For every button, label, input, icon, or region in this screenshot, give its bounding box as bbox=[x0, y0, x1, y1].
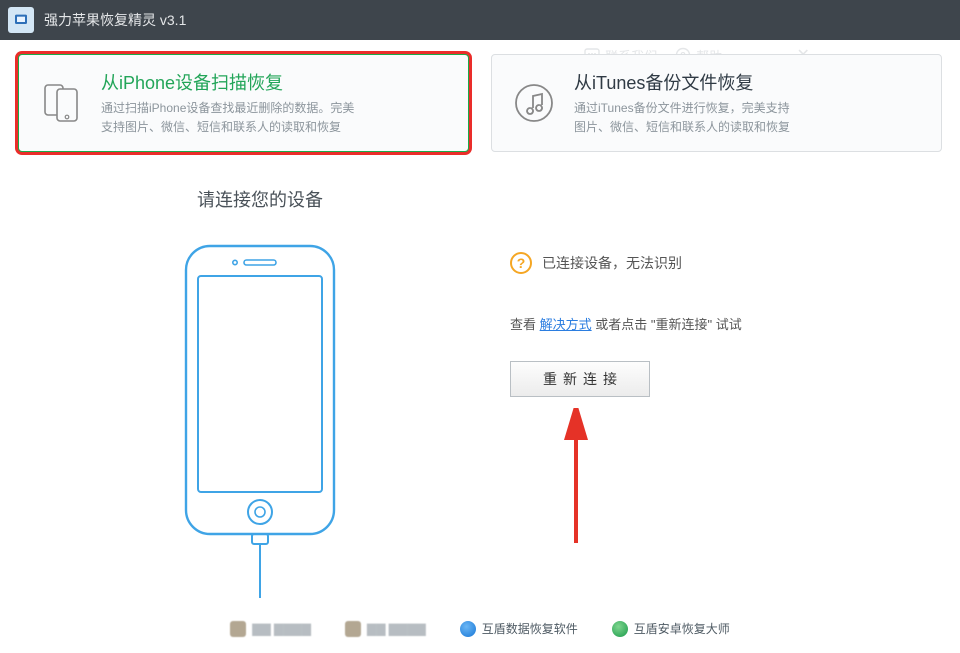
mode-itunes-backup[interactable]: 从iTunes备份文件恢复 通过iTunes备份文件进行恢复，完美支持 图片、微… bbox=[491, 54, 942, 152]
device-panel: 请连接您的设备 bbox=[40, 182, 480, 600]
status-row: ? 已连接设备，无法识别 bbox=[510, 252, 920, 274]
footer-link-data-recovery[interactable]: 互盾数据恢复软件 bbox=[460, 620, 578, 637]
hint-before: 查看 bbox=[510, 317, 540, 332]
phone-illustration bbox=[170, 240, 350, 600]
mode-itunes-desc1: 通过iTunes备份文件进行恢复，完美支持 bbox=[574, 99, 790, 118]
iphone-device-icon bbox=[37, 79, 85, 127]
mode-iphone-desc2: 支持图片、微信、短信和联系人的读取和恢复 bbox=[101, 118, 354, 137]
titlebar: 强力苹果恢复精灵 v3.1 联系我们 ? 帮助 — ✕ bbox=[0, 0, 960, 40]
app-title: 强力苹果恢复精灵 v3.1 bbox=[44, 10, 186, 30]
warning-icon: ? bbox=[510, 252, 532, 274]
app-logo-icon bbox=[8, 7, 34, 33]
footer-link-android-recovery[interactable]: 互盾安卓恢复大师 bbox=[612, 620, 730, 637]
itunes-icon bbox=[510, 79, 558, 127]
mode-tabs: 从iPhone设备扫描恢复 通过扫描iPhone设备查找最近删除的数据。完美 支… bbox=[0, 40, 960, 162]
shield-blue-icon bbox=[460, 621, 476, 637]
hint-after: 或者点击 "重新连接" 试试 bbox=[592, 317, 742, 332]
mode-iphone-title: 从iPhone设备扫描恢复 bbox=[101, 69, 354, 95]
hint-text: 查看 解决方式 或者点击 "重新连接" 试试 bbox=[510, 314, 920, 333]
main-panel: 请连接您的设备 ? 已连接设备，无法识别 bbox=[0, 162, 960, 600]
footer-blur-2: ▇▇ ▇▇▇▇ bbox=[345, 621, 426, 637]
mode-itunes-desc2: 图片、微信、短信和联系人的读取和恢复 bbox=[574, 118, 790, 137]
annotation-arrow bbox=[550, 408, 610, 548]
solution-link[interactable]: 解决方式 bbox=[540, 317, 592, 332]
footer-links: ▇▇ ▇▇▇▇ ▇▇ ▇▇▇▇ 互盾数据恢复软件 互盾安卓恢复大师 bbox=[0, 620, 960, 637]
mode-iphone-scan[interactable]: 从iPhone设备扫描恢复 通过扫描iPhone设备查找最近删除的数据。完美 支… bbox=[18, 54, 469, 152]
mode-itunes-title: 从iTunes备份文件恢复 bbox=[574, 69, 790, 95]
status-text: 已连接设备，无法识别 bbox=[542, 253, 682, 273]
reconnect-button[interactable]: 重新连接 bbox=[510, 361, 650, 397]
status-panel: ? 已连接设备，无法识别 查看 解决方式 或者点击 "重新连接" 试试 重新连接 bbox=[480, 182, 920, 600]
mode-iphone-desc1: 通过扫描iPhone设备查找最近删除的数据。完美 bbox=[101, 99, 354, 118]
footer-blur-1: ▇▇ ▇▇▇▇ bbox=[230, 621, 311, 637]
connect-prompt: 请连接您的设备 bbox=[197, 186, 323, 212]
footer-link2-label: 互盾安卓恢复大师 bbox=[634, 620, 730, 637]
footer-link1-label: 互盾数据恢复软件 bbox=[482, 620, 578, 637]
shield-green-icon bbox=[612, 621, 628, 637]
